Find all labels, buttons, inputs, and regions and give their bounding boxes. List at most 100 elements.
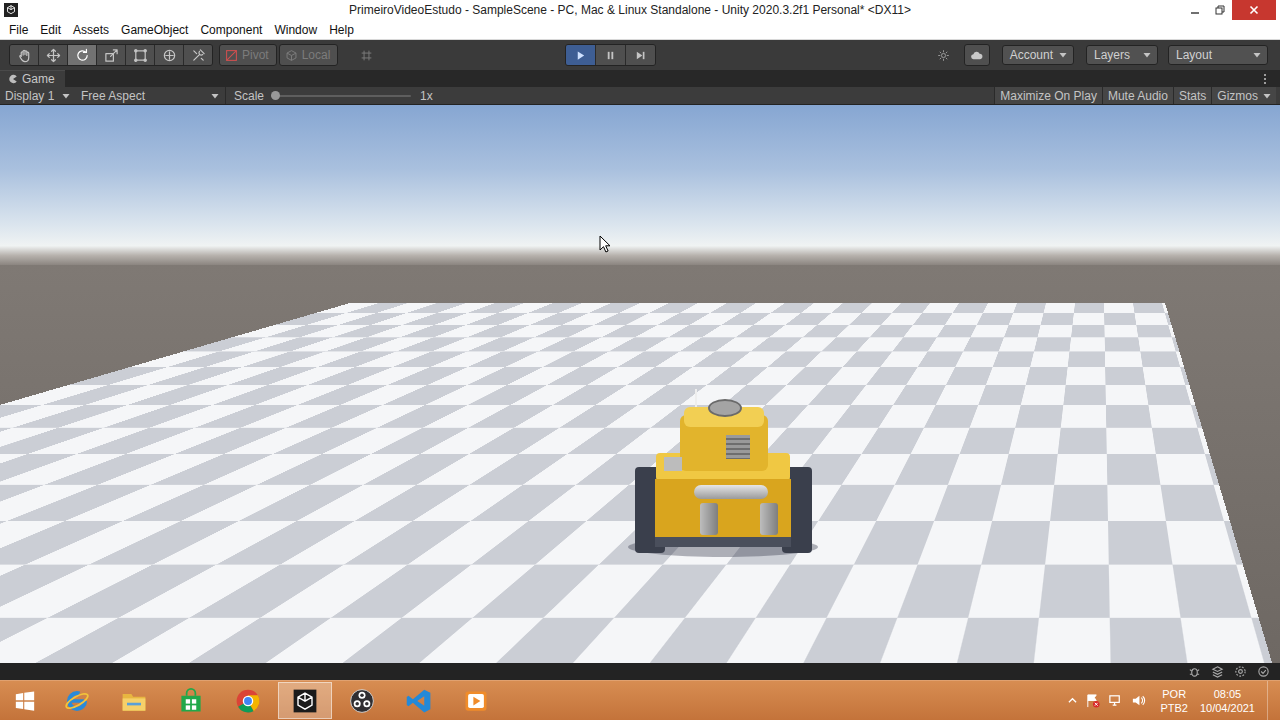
minimize-icon <box>1190 5 1200 15</box>
slider-knob[interactable] <box>271 91 280 100</box>
tool-button[interactable] <box>10 45 39 65</box>
dropdown-arrow-icon <box>62 92 70 100</box>
taskbar-app[interactable] <box>449 682 503 719</box>
code-icon <box>405 687 433 715</box>
tool-button[interactable] <box>39 45 68 65</box>
tool-button[interactable] <box>97 45 126 65</box>
game-view-toggle[interactable]: Maximize On Play <box>994 87 1102 104</box>
close-icon <box>1249 5 1259 15</box>
game-view-toggle[interactable]: Mute Audio <box>1102 87 1173 104</box>
toolbar-dropdown[interactable]: Account <box>1002 45 1074 65</box>
input-language[interactable]: PORPTB2 <box>1160 687 1188 715</box>
dropdown-arrow-icon <box>1059 51 1067 59</box>
unity-icon <box>291 687 319 715</box>
tank-cylinder <box>694 485 768 499</box>
status-bar <box>0 663 1280 680</box>
tank-hatch <box>708 399 742 417</box>
menu-item[interactable]: File <box>3 23 34 37</box>
more-icon <box>1263 73 1267 85</box>
taskbar-app[interactable] <box>278 682 332 719</box>
menu-item[interactable]: Component <box>194 23 268 37</box>
grid-snap-icon <box>360 49 373 62</box>
title-bar: PrimeiroVideoEstudo - SampleScene - PC, … <box>0 0 1280 20</box>
tank-vent <box>726 435 750 459</box>
handle-toggle[interactable]: Local <box>279 44 339 66</box>
store-icon <box>177 687 205 715</box>
show-desktop-button[interactable] <box>1267 681 1280 720</box>
clock[interactable]: 08:0510/04/2021 <box>1200 687 1255 715</box>
game-view[interactable] <box>0 105 1280 663</box>
custom-icon <box>191 48 206 63</box>
toolbar-dropdown[interactable]: Layers <box>1086 45 1158 65</box>
scale-reading: 1x <box>420 89 433 103</box>
explorer-icon <box>120 687 148 715</box>
panel-menu-button[interactable] <box>1258 71 1272 87</box>
tool-button[interactable] <box>184 45 212 65</box>
restore-icon <box>1215 5 1225 15</box>
collab-button[interactable] <box>932 45 956 65</box>
step-button[interactable] <box>626 45 655 65</box>
taskbar-app[interactable] <box>164 682 218 719</box>
pause-button[interactable] <box>596 45 626 65</box>
menu-item[interactable]: Help <box>323 23 360 37</box>
handle-toggle[interactable]: Pivot <box>219 44 277 66</box>
close-button[interactable] <box>1232 0 1276 20</box>
taskbar-app[interactable] <box>392 682 446 719</box>
network-icon[interactable] <box>1108 693 1123 708</box>
minimize-button[interactable] <box>1182 0 1207 20</box>
menu-item[interactable]: Edit <box>34 23 67 37</box>
system-tray: PORPTB2 08:0510/04/2021 <box>1068 681 1280 720</box>
tank-hull-bottom <box>655 537 791 547</box>
cloud-icon <box>970 49 983 62</box>
play-icon <box>575 50 586 61</box>
taskbar: PORPTB2 08:0510/04/2021 <box>0 680 1280 720</box>
action-center-flag-icon[interactable] <box>1085 693 1100 708</box>
tool-button[interactable] <box>126 45 155 65</box>
taskbar-app[interactable] <box>221 682 275 719</box>
local-icon <box>285 49 298 62</box>
cloud-button[interactable] <box>964 44 990 66</box>
taskbar-app[interactable] <box>335 682 389 719</box>
toolbar-dropdown[interactable]: Layout <box>1168 45 1268 65</box>
tool-group <box>9 44 213 66</box>
transform-icon <box>162 48 177 63</box>
menu-item[interactable]: Assets <box>67 23 115 37</box>
bug-icon <box>1188 665 1201 678</box>
show-hidden-icons-icon[interactable] <box>1068 696 1077 705</box>
grid-snap-button[interactable] <box>354 45 378 65</box>
pause-icon <box>605 50 616 61</box>
menu-item[interactable]: GameObject <box>115 23 194 37</box>
scale-icon <box>104 48 119 63</box>
hand-icon <box>17 48 32 63</box>
game-toolbar: Display 1Free AspectScale1xMaximize On P… <box>0 87 1280 105</box>
menu-item[interactable]: Window <box>268 23 323 37</box>
window-controls <box>1182 0 1280 20</box>
dropdown-arrow-icon <box>1263 92 1271 100</box>
sky <box>0 105 1280 265</box>
scale-slider[interactable] <box>271 87 411 104</box>
game-tab[interactable]: Game <box>0 70 65 87</box>
move-icon <box>46 48 61 63</box>
tool-button[interactable] <box>155 45 184 65</box>
playback-controls <box>565 44 656 66</box>
play-button[interactable] <box>566 45 596 65</box>
tank <box>632 395 814 561</box>
step-icon <box>635 50 646 61</box>
progress-icon <box>1257 665 1270 678</box>
taskbar-app[interactable] <box>107 682 161 719</box>
mouse-cursor-icon <box>599 235 611 253</box>
chrome-icon <box>234 687 262 715</box>
volume-icon[interactable] <box>1131 693 1146 708</box>
taskbar-app[interactable] <box>50 682 104 719</box>
rotate-icon <box>75 48 90 63</box>
start-button[interactable] <box>0 681 50 720</box>
game-view-toggle[interactable]: Gizmos <box>1211 87 1276 104</box>
panel-tab-row: Game <box>0 70 1280 87</box>
restore-button[interactable] <box>1207 0 1232 20</box>
dropdown-arrow-icon <box>1143 51 1151 59</box>
tool-button[interactable] <box>68 45 97 65</box>
game-view-toggle[interactable]: Stats <box>1173 87 1211 104</box>
display-dropdown[interactable]: Display 1 <box>0 87 76 104</box>
tank-box <box>664 457 682 471</box>
aspect-dropdown[interactable]: Free Aspect <box>76 87 226 104</box>
